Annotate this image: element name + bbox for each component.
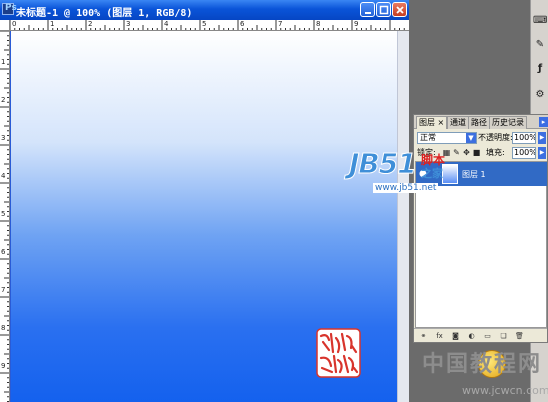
- tab-channels[interactable]: 通道: [447, 116, 469, 129]
- ruler-label: 0: [12, 20, 17, 28]
- ruler-label: 1: [50, 20, 55, 28]
- horizontal-ruler[interactable]: 0 1 2 3 4 5 6 7 8 9: [10, 20, 409, 31]
- maximize-icon: [379, 5, 389, 15]
- tab-history[interactable]: 历史记录: [489, 116, 527, 129]
- blend-mode-value: 正常: [420, 133, 436, 142]
- fill-input[interactable]: 100%: [512, 147, 536, 159]
- document-title: 未标题-1 @ 100% (图层 1, RGB/8): [16, 8, 193, 19]
- opacity-label: 不透明度:: [478, 133, 513, 142]
- ruler-label: 4: [164, 20, 169, 28]
- lock-position-icon[interactable]: ✥: [462, 147, 471, 158]
- ruler-label: 7: [1, 286, 6, 294]
- document-title-bar[interactable]: Ps 未标题-1 @ 100% (图层 1, RGB/8): [0, 0, 409, 20]
- minimize-button[interactable]: [360, 2, 375, 17]
- photoshop-icon: Ps: [2, 3, 17, 15]
- opacity-slider-button[interactable]: ▶: [538, 132, 546, 144]
- ruler-label: 4: [1, 172, 6, 180]
- maximize-button[interactable]: [376, 2, 391, 17]
- tab-layers[interactable]: 图层 ×: [416, 116, 448, 129]
- jb51-cn-bottom: 之家: [421, 167, 443, 180]
- ruler-label: 3: [126, 20, 131, 28]
- link-icon[interactable]: ⚭: [418, 331, 429, 341]
- ruler-label: 1: [1, 58, 6, 66]
- jcwcn-url: www.jcwcn.com: [462, 384, 548, 397]
- close-icon: [396, 6, 404, 14]
- brush-tool-button[interactable]: ✎: [533, 38, 547, 52]
- red-seal-stamp: [316, 328, 361, 378]
- ruler-label: 7: [278, 20, 283, 28]
- panel-bottom-bar: ⚭ fx ◙ ◐ ▭ ❏ 🗑: [414, 328, 547, 342]
- fill-slider-button[interactable]: ▶: [538, 147, 546, 159]
- jb51-logo-text: JB51: [349, 147, 418, 181]
- tab-paths[interactable]: 路径: [468, 116, 490, 129]
- ruler-label: 8: [1, 324, 6, 332]
- adjust-tool-button[interactable]: ⚙: [533, 88, 547, 102]
- ruler-label: 5: [202, 20, 207, 28]
- panel-tabs: 图层 × 通道 路径 历史记录 ▸: [414, 115, 548, 129]
- ruler-label: 9: [1, 362, 6, 370]
- lock-all-icon[interactable]: ■: [472, 147, 481, 158]
- jcwcn-watermark: 中国教程网 www.jcwcn.com: [416, 344, 548, 402]
- ruler-label: 6: [1, 248, 6, 256]
- vertical-ruler[interactable]: 1 2 3 4 5 6 7 8 9: [0, 31, 10, 402]
- document-window: Ps 未标题-1 @ 100% (图层 1, RGB/8) 0 1 2 3 4 …: [0, 0, 409, 402]
- folder-icon[interactable]: ▭: [482, 331, 493, 341]
- close-button[interactable]: [392, 2, 407, 17]
- vertical-scrollbar[interactable]: [397, 31, 409, 402]
- blend-mode-select[interactable]: 正常 ▼: [417, 132, 477, 144]
- ruler-corner[interactable]: [0, 20, 10, 31]
- ruler-label: 8: [316, 20, 321, 28]
- ruler-label: 2: [88, 20, 93, 28]
- ruler-label: 5: [1, 210, 6, 218]
- trash-icon[interactable]: 🗑: [514, 331, 525, 341]
- jcwcn-cn-text: 中国教程网: [422, 351, 543, 377]
- opacity-input[interactable]: 100%: [512, 132, 536, 144]
- photoshop-workspace: Ps 未标题-1 @ 100% (图层 1, RGB/8) 0 1 2 3 4 …: [0, 0, 548, 402]
- ruler-label: 3: [1, 134, 6, 142]
- panel-menu-button[interactable]: ▸: [539, 117, 548, 127]
- layer-name: 图层 1: [462, 170, 486, 179]
- ruler-label: 6: [240, 20, 245, 28]
- new-layer-icon[interactable]: ❏: [498, 331, 509, 341]
- jb51-url: www.jb51.net: [373, 183, 439, 193]
- fx-icon[interactable]: ƒ: [533, 62, 547, 76]
- chevron-down-icon: ▼: [466, 133, 476, 143]
- ruler-label: 9: [354, 20, 359, 28]
- mask-icon[interactable]: ◙: [450, 331, 461, 341]
- fill-label: 填充:: [486, 148, 505, 157]
- tool-button[interactable]: ⌨: [533, 14, 547, 28]
- ruler-ticks: [10, 20, 405, 30]
- blend-opacity-row: 正常 ▼ 不透明度: 100% ▶: [414, 131, 548, 145]
- ruler-label: 2: [1, 96, 6, 104]
- scrollbar-track[interactable]: [398, 31, 409, 402]
- minimize-icon: [365, 12, 371, 14]
- fx-icon[interactable]: fx: [434, 331, 445, 341]
- adjustment-icon[interactable]: ◐: [466, 331, 477, 341]
- jb51-watermark: JB51 脚本 之家 www.jb51.net: [349, 147, 454, 205]
